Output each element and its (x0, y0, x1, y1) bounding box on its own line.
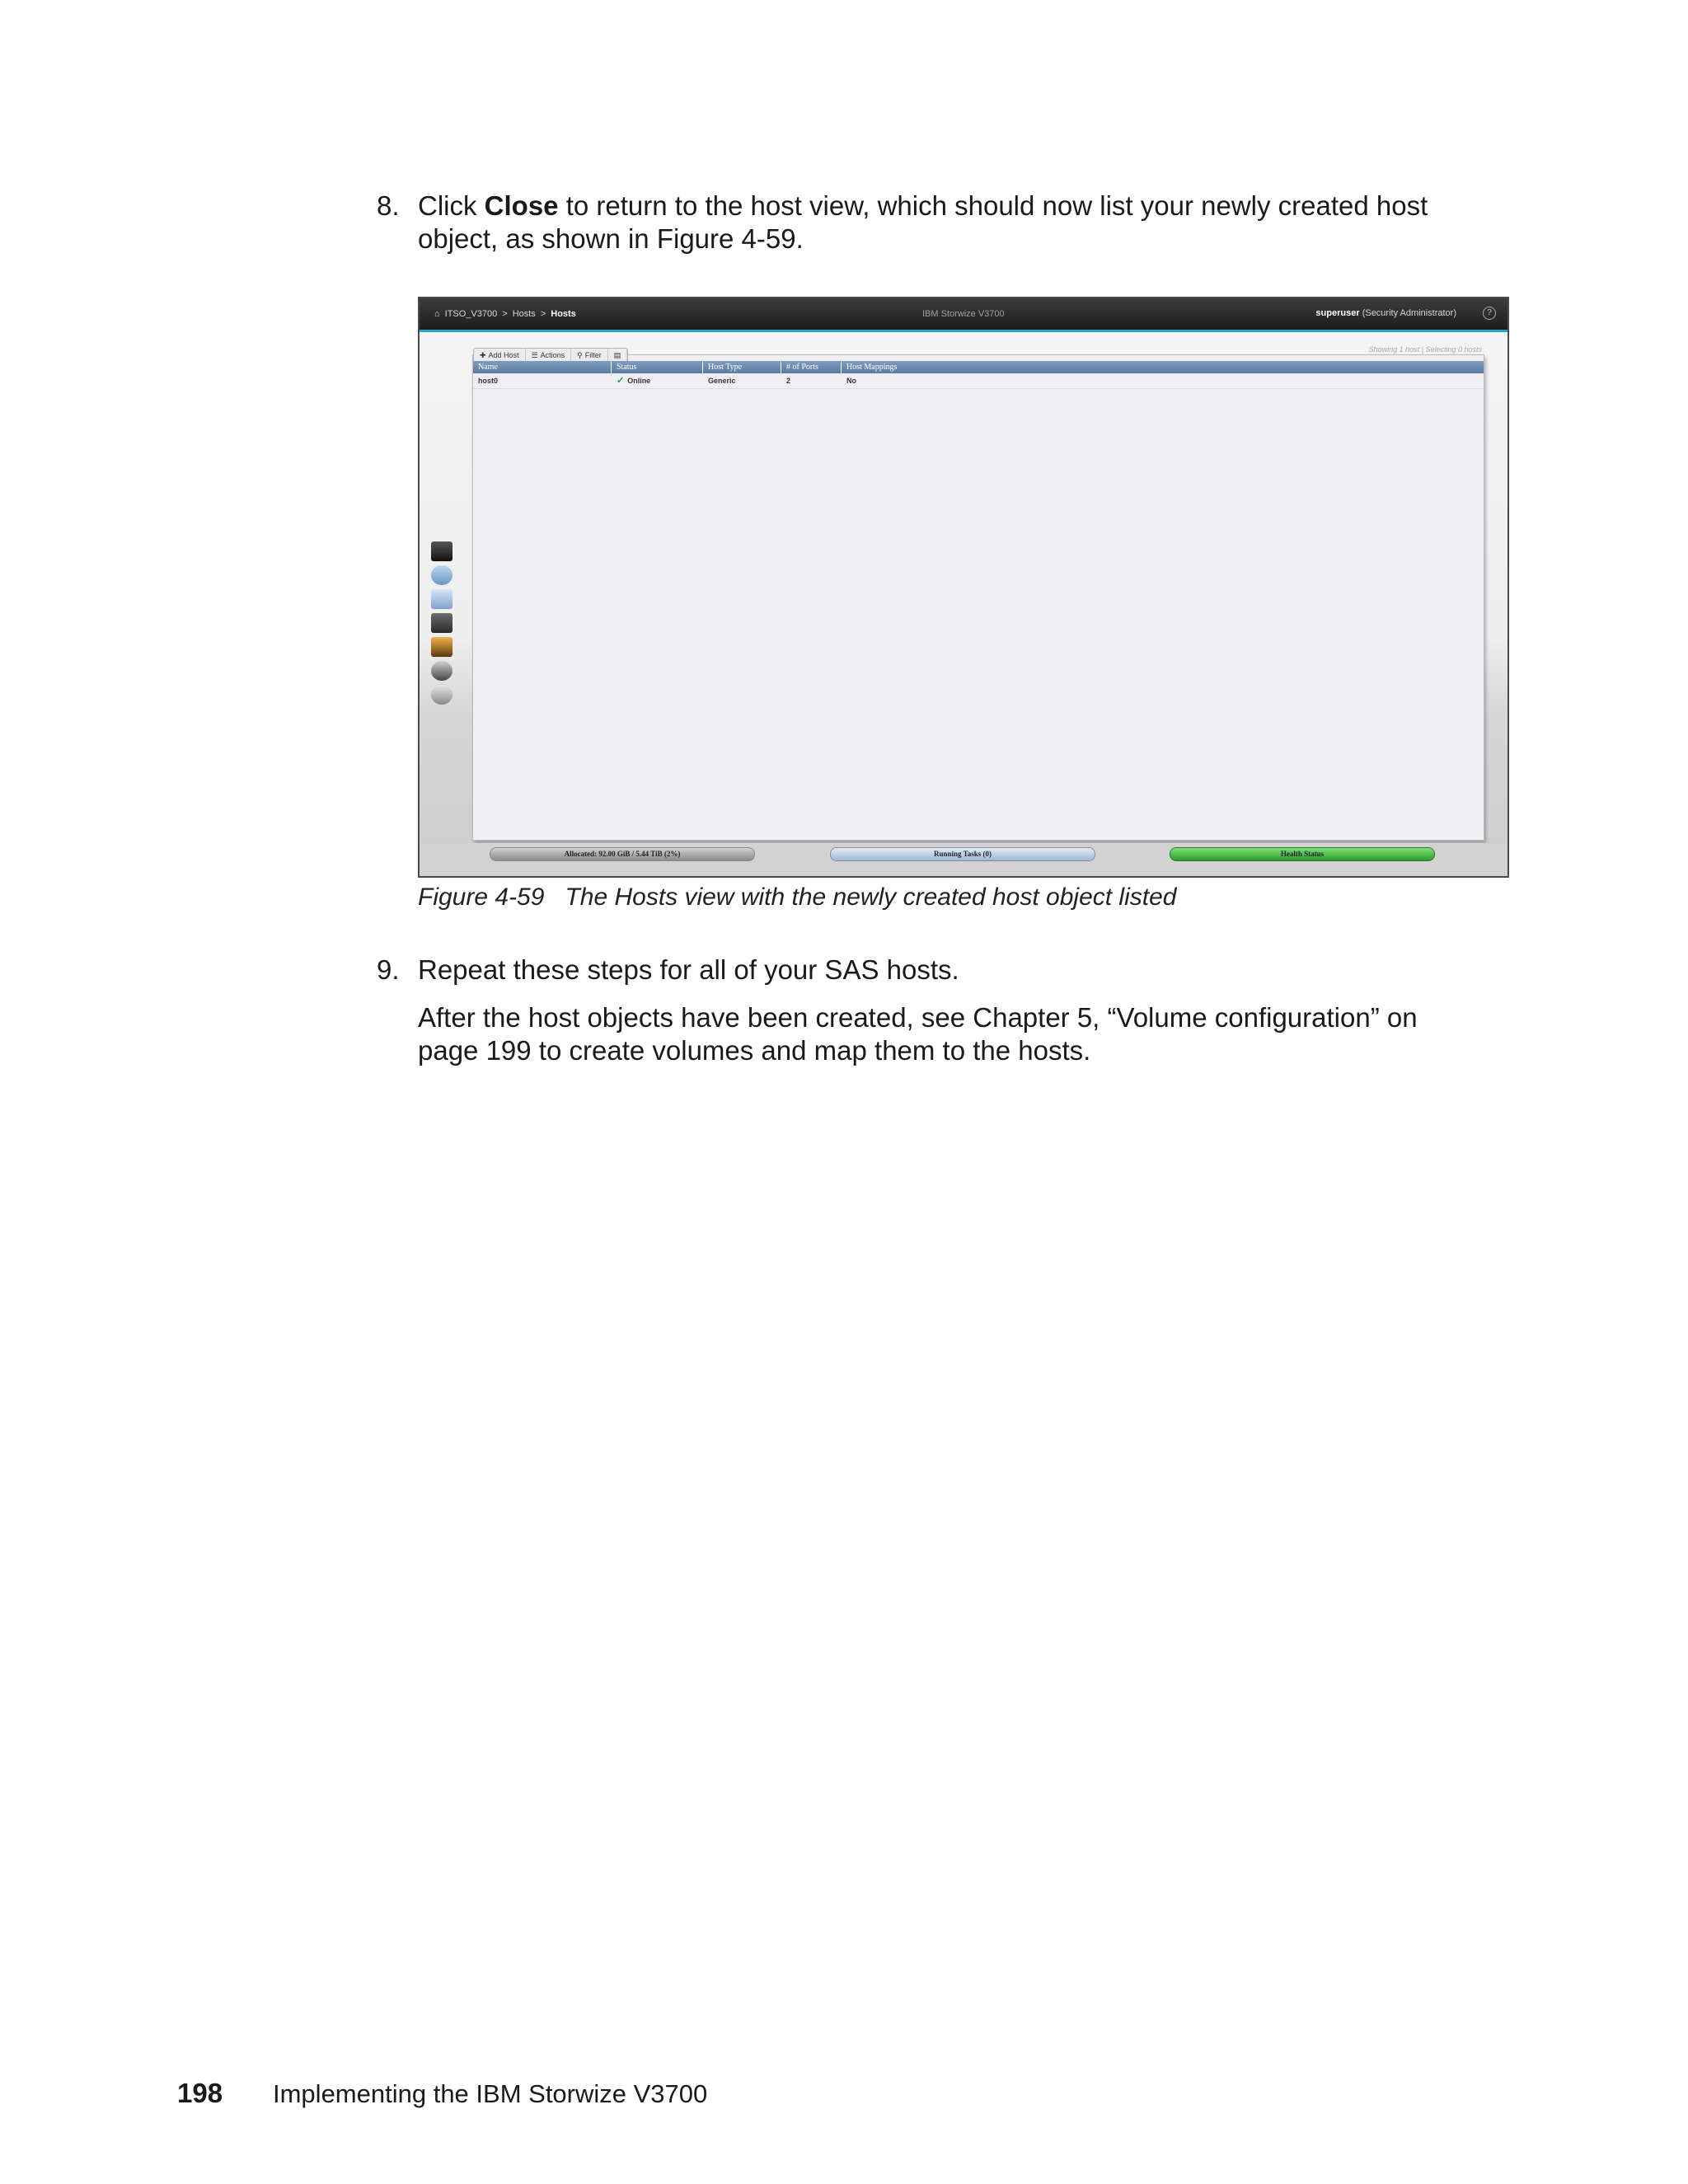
book-title: Implementing the IBM Storwize V3700 (273, 2079, 708, 2108)
top-bar: ⌂ ITSO_V3700 > Hosts > Hosts IBM Storwiz… (420, 298, 1507, 332)
plus-icon: ✚ (480, 350, 486, 359)
actions-button[interactable]: ☰ Actions (526, 349, 572, 362)
figure-caption: Figure 4-59 The Hosts view with the newl… (418, 883, 1176, 912)
breadcrumb-hosts[interactable]: Hosts (513, 309, 536, 319)
home-icon[interactable]: ⌂ (434, 309, 440, 319)
navigation-icons (431, 541, 456, 709)
close-emphasis: Close (484, 190, 559, 221)
hosts-panel: ✚ Add Host ☰ Actions ⚲ Filter ▤ Showing 1 h… (472, 345, 1484, 841)
cell-ports: 2 (786, 377, 791, 385)
column-ports[interactable]: # of Ports (781, 361, 842, 373)
health-status-bar[interactable]: Health Status (1170, 847, 1435, 861)
table-header: Name Status Host Type # of Ports Host Ma… (473, 361, 1484, 373)
hosts-view-screenshot: ⌂ ITSO_V3700 > Hosts > Hosts IBM Storwiz… (418, 297, 1509, 878)
cell-status: ✓ Online (617, 376, 651, 386)
user-info[interactable]: superuser (Security Administrator) (1315, 308, 1456, 318)
page-number: 198 (177, 2078, 223, 2108)
step-text: Click Close to return to the host view, … (418, 190, 1428, 254)
table-body: host0 ✓ Online Generic 2 No (473, 373, 1484, 389)
column-host-type[interactable]: Host Type (703, 361, 781, 373)
settings-icon[interactable] (431, 685, 452, 705)
breadcrumb-system[interactable]: ITSO_V3700 (445, 309, 498, 319)
search-icon: ⚲ (577, 350, 583, 359)
filter-button[interactable]: ⚲ Filter (571, 349, 608, 362)
step-number: 8. (377, 190, 400, 221)
add-host-button[interactable]: ✚ Add Host (474, 349, 526, 362)
step-text: Repeat these steps for all of your SAS h… (418, 954, 959, 985)
product-name: IBM Storwize V3700 (922, 309, 1005, 319)
copy-services-icon[interactable] (431, 637, 452, 657)
step-paragraph: After the host objects have been created… (418, 1002, 1418, 1066)
column-host-mappings[interactable]: Host Mappings (842, 361, 1484, 373)
status-bar: Allocated: 92.00 GiB / 5.44 TiB (2%) Run… (420, 843, 1507, 876)
hosts-icon[interactable] (431, 613, 452, 633)
pools-icon[interactable] (431, 565, 452, 585)
selection-summary: Showing 1 host | Selecting 0 hosts (1368, 345, 1482, 354)
column-status[interactable]: Status (612, 361, 703, 373)
export-icon[interactable]: ▤ (608, 349, 628, 362)
content-area: ✚ Add Host ☰ Actions ⚲ Filter ▤ Showing 1 h… (420, 332, 1507, 843)
volumes-icon[interactable] (431, 589, 452, 609)
figure-title: The Hosts view with the newly created ho… (565, 883, 1177, 911)
cell-mappings: No (846, 377, 856, 385)
hosts-toolbar: ✚ Add Host ☰ Actions ⚲ Filter ▤ (473, 348, 629, 362)
breadcrumb-current: Hosts (551, 309, 576, 319)
cell-name: host0 (478, 377, 499, 385)
table-row[interactable]: host0 ✓ Online Generic 2 No (473, 373, 1484, 389)
help-icon[interactable]: ? (1483, 307, 1496, 320)
step-number: 9. (377, 954, 400, 985)
figure-label: Figure 4-59 (418, 883, 545, 911)
monitoring-icon[interactable] (431, 541, 452, 561)
running-tasks-bar[interactable]: Running Tasks (0) (830, 847, 1095, 861)
check-icon: ✓ (617, 376, 625, 386)
cell-host-type: Generic (708, 377, 736, 385)
allocated-capacity-bar[interactable]: Allocated: 92.00 GiB / 5.44 TiB (2%) (490, 847, 755, 861)
access-icon[interactable] (431, 661, 452, 681)
column-name[interactable]: Name (473, 361, 612, 373)
list-icon: ☰ (531, 350, 538, 359)
breadcrumb: ⌂ ITSO_V3700 > Hosts > Hosts (434, 309, 576, 319)
